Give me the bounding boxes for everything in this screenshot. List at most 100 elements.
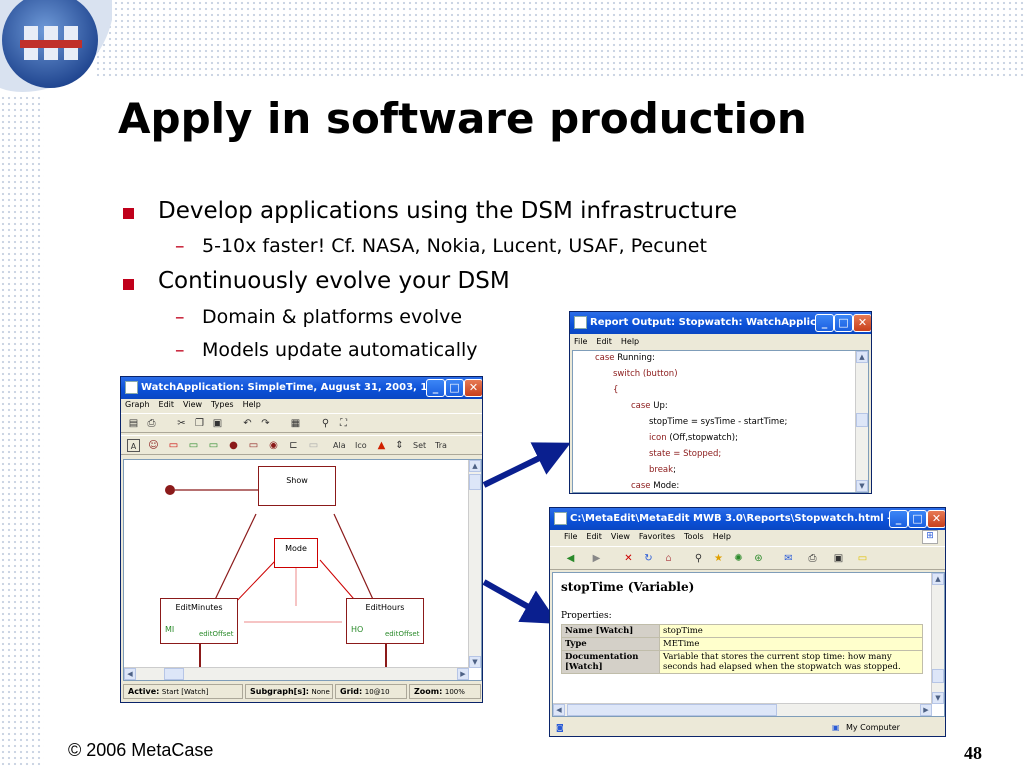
bullet-square (123, 208, 134, 219)
vertical-scrollbar[interactable]: ▲ ▼ (931, 573, 944, 704)
minimize-button[interactable]: _ (426, 379, 445, 397)
dotted-background-top (95, 0, 1024, 78)
maximize-button[interactable]: □ (445, 379, 464, 397)
display-tool-icon[interactable]: ▭ (167, 439, 180, 452)
cut-icon[interactable]: ✂ (175, 417, 188, 430)
scroll-thumb[interactable] (469, 474, 481, 490)
menu-tools[interactable]: Tools (684, 532, 704, 541)
refresh-icon[interactable]: ↻ (642, 552, 655, 565)
menu-edit[interactable]: Edit (596, 337, 612, 346)
close-button[interactable]: ✕ (464, 379, 482, 397)
state-tool-icon[interactable]: ☺ (147, 439, 160, 452)
menu-help[interactable]: Help (621, 337, 639, 346)
scroll-up-arrow[interactable]: ▲ (856, 351, 868, 363)
copy-icon[interactable]: ❐ (193, 417, 206, 430)
minimize-button[interactable]: _ (815, 314, 834, 332)
metacase-logo (0, 0, 112, 92)
search-icon[interactable]: ⚲ (692, 552, 705, 565)
icon-tool[interactable]: Ico (355, 439, 367, 452)
undo-icon[interactable]: ↶ (241, 417, 254, 430)
editor-toolbar-1: ▤ ⎙ ✂ ❐ ▣ ↶ ↷ ▦ ⚲ ⛶ (121, 413, 482, 433)
favorites-icon[interactable]: ★ (712, 552, 725, 565)
scroll-thumb[interactable] (164, 668, 184, 680)
menu-types[interactable]: Types (211, 400, 234, 409)
menu-favorites[interactable]: Favorites (639, 532, 675, 541)
menu-help[interactable]: Help (243, 400, 261, 409)
node-edit-minutes[interactable]: EditMinutes MI editOffset (160, 598, 238, 644)
scroll-down-arrow[interactable]: ▼ (469, 656, 481, 668)
button-tool-icon-2[interactable]: ▭ (207, 439, 220, 452)
zoom-icon[interactable]: ⚲ (319, 417, 332, 430)
scroll-up-arrow[interactable]: ▲ (469, 460, 481, 472)
fit-icon[interactable]: ⛶ (337, 417, 350, 430)
scroll-down-arrow[interactable]: ▼ (856, 480, 868, 492)
home-icon[interactable]: ⌂ (662, 552, 675, 565)
history-icon[interactable]: ⊛ (752, 552, 765, 565)
close-button[interactable]: ✕ (927, 510, 945, 528)
menu-edit[interactable]: Edit (586, 532, 602, 541)
alarm-tool[interactable]: Ala (333, 439, 346, 452)
code-line: case Up: (631, 401, 668, 411)
diagram-canvas[interactable]: Show Mode EditMinutes MI editOffset Edit… (123, 459, 482, 681)
scroll-right-arrow[interactable]: ▶ (457, 668, 469, 680)
messenger-icon[interactable]: ▭ (856, 552, 869, 565)
print-icon[interactable]: ⎙ (145, 417, 158, 430)
edit-hours-label: EditHours (365, 603, 405, 612)
back-icon[interactable]: ◀ (564, 552, 577, 565)
close-button[interactable]: ✕ (853, 314, 871, 332)
menu-edit[interactable]: Edit (159, 400, 175, 409)
set-tool[interactable]: Set (413, 439, 426, 452)
transition-icon[interactable]: ⇕ (393, 439, 406, 452)
minimize-button[interactable]: _ (889, 510, 908, 528)
browser-title-bar[interactable]: C:\MetaEdit\MetaEdit MWB 3.0\Reports\Sto… (550, 508, 945, 530)
horizontal-scrollbar[interactable]: ◀ ▶ (553, 703, 932, 716)
bell-icon[interactable]: ▲ (375, 439, 388, 452)
menu-view[interactable]: View (611, 532, 630, 541)
stop-icon[interactable]: ✕ (622, 552, 635, 565)
media-icon[interactable]: ✺ (732, 552, 745, 565)
button-tool-icon[interactable]: ▭ (187, 439, 200, 452)
scroll-right-arrow[interactable]: ▶ (920, 704, 932, 716)
maximize-button[interactable]: □ (834, 314, 853, 332)
vertical-scrollbar[interactable]: ▲ ▼ (468, 460, 481, 668)
report-text-area[interactable]: case Running: switch (button) { case Up:… (572, 350, 869, 493)
browser-window: C:\MetaEdit\MetaEdit MWB 3.0\Reports\Sto… (549, 507, 946, 737)
browser-content[interactable]: stopTime (Variable) Properties: Name [Wa… (552, 572, 945, 717)
open-icon[interactable]: ▤ (127, 417, 140, 430)
line-tool-icon-2[interactable]: ▭ (307, 439, 320, 452)
horizontal-scrollbar[interactable]: ◀ ▶ (124, 667, 469, 680)
scroll-up-arrow[interactable]: ▲ (932, 573, 944, 585)
edit-icon[interactable]: ▣ (832, 552, 845, 565)
scroll-thumb[interactable] (932, 669, 944, 683)
box-tool-icon[interactable]: ▭ (247, 439, 260, 452)
redo-icon[interactable]: ↷ (259, 417, 272, 430)
menu-file[interactable]: File (564, 532, 577, 541)
scroll-thumb[interactable] (567, 704, 777, 716)
menu-file[interactable]: File (574, 337, 587, 346)
mail-icon[interactable]: ✉ (782, 552, 795, 565)
menu-view[interactable]: View (183, 400, 202, 409)
scroll-left-arrow[interactable]: ◀ (553, 704, 565, 716)
node-edit-hours[interactable]: EditHours HO editOffset (346, 598, 424, 644)
vertical-scrollbar[interactable]: ▲ ▼ (855, 351, 868, 492)
start-state-icon[interactable]: ● (227, 439, 240, 452)
forward-icon[interactable]: ▶ (590, 552, 603, 565)
scroll-left-arrow[interactable]: ◀ (124, 668, 136, 680)
line-tool-icon[interactable]: ⊏ (287, 439, 300, 452)
stop-state-icon[interactable]: ◉ (267, 439, 280, 452)
report-output-window: Report Output: Stopwatch: WatchApplicati… (569, 311, 872, 494)
menu-help[interactable]: Help (713, 532, 731, 541)
transition-tool[interactable]: Tra (435, 439, 447, 452)
node-show[interactable]: Show (258, 466, 336, 506)
grid-icon[interactable]: ▦ (289, 417, 302, 430)
menu-graph[interactable]: Graph (125, 400, 150, 409)
maximize-button[interactable]: □ (908, 510, 927, 528)
scroll-down-arrow[interactable]: ▼ (932, 692, 944, 704)
browser-statusbar: ◙ ▣ My Computer (550, 719, 945, 736)
pointer-icon[interactable]: A (127, 439, 140, 452)
paste-icon[interactable]: ▣ (211, 417, 224, 430)
scroll-thumb[interactable] (856, 413, 868, 427)
table-row: Type METime (561, 637, 923, 651)
print-icon[interactable]: ⎙ (806, 552, 819, 565)
node-mode[interactable]: Mode (274, 538, 318, 568)
